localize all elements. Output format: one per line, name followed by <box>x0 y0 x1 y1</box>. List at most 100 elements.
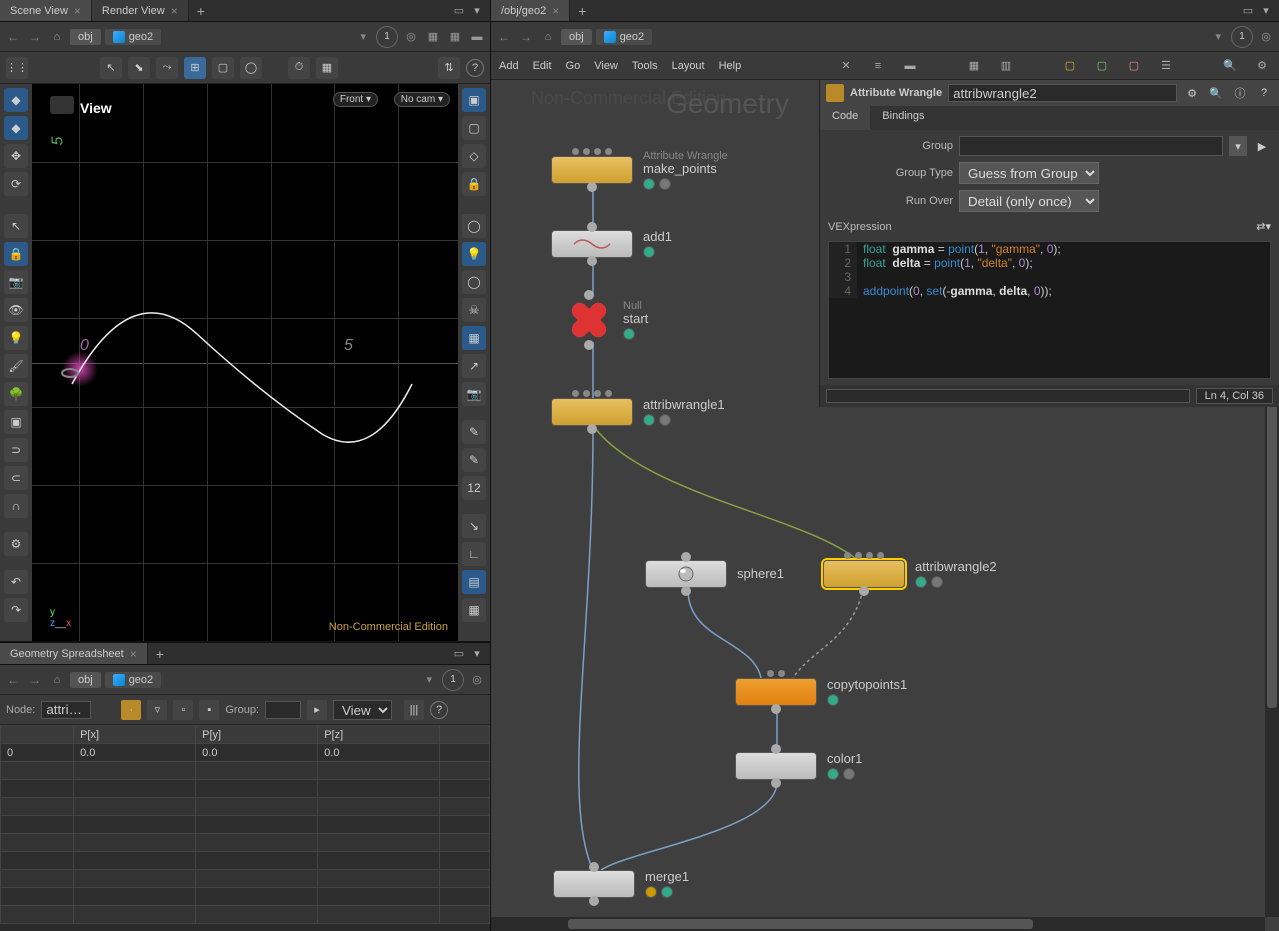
table-header[interactable]: P[x] <box>74 726 196 744</box>
menu-edit[interactable]: Edit <box>533 60 552 72</box>
tool-undo[interactable]: ↶ <box>4 570 28 594</box>
table-row[interactable] <box>1 798 490 816</box>
maximize-icon[interactable]: ▭ <box>452 4 466 18</box>
add-tab-button[interactable]: + <box>189 3 213 19</box>
tool-rotate[interactable]: ⟳ <box>4 172 28 196</box>
tool-move[interactable]: ✥ <box>4 144 28 168</box>
display-flag-icon[interactable] <box>643 178 655 190</box>
menu-help[interactable]: Help <box>719 60 742 72</box>
snap-circle-icon[interactable]: ◯ <box>240 57 262 79</box>
node-attribwrangle2[interactable]: attribwrangle2 <box>823 560 997 588</box>
back-button[interactable]: ← <box>4 671 22 689</box>
select-lasso-icon[interactable]: ⤳ <box>156 57 178 79</box>
tool-brush[interactable]: 🖌 <box>4 354 28 378</box>
note-icon[interactable]: ▢ <box>1061 57 1079 75</box>
op-name-input[interactable] <box>948 84 1177 102</box>
search-icon[interactable]: 🔍 <box>1221 57 1239 75</box>
grid-menu-icon[interactable]: ⋮⋮ <box>6 57 28 79</box>
gear-icon[interactable]: ⚙ <box>1183 84 1201 102</box>
snap-icon[interactable]: ⊞ <box>184 57 206 79</box>
list-icon[interactable]: ≡ <box>869 57 887 75</box>
group-pick-icon[interactable]: ▸ <box>307 700 327 720</box>
menu-add[interactable]: Add <box>499 60 519 72</box>
menu-icon[interactable]: ▾ <box>1259 4 1273 18</box>
forward-button[interactable]: → <box>517 28 535 46</box>
path-dropdown[interactable]: ▾ <box>1209 30 1227 43</box>
flat-icon[interactable]: ▬ <box>468 28 486 46</box>
lock-flag-icon[interactable] <box>931 576 943 588</box>
maximize-icon[interactable]: ▭ <box>1241 4 1255 18</box>
menu-icon[interactable]: ▾ <box>470 4 484 18</box>
sticky-icon[interactable]: ▢ <box>1093 57 1111 75</box>
menu-tools[interactable]: Tools <box>632 60 658 72</box>
display-flag-icon[interactable] <box>643 246 655 258</box>
disp-opt-12[interactable]: ∟ <box>462 542 486 566</box>
add-tab-button[interactable]: + <box>570 3 594 19</box>
disp-opt-5[interactable]: ▦ <box>462 326 486 350</box>
take-badge[interactable]: 1 <box>1231 26 1253 48</box>
tab-code[interactable]: Code <box>820 106 870 130</box>
forward-button[interactable]: → <box>26 28 44 46</box>
table-row[interactable]: 00.00.00.0 <box>1 744 490 762</box>
class-prims-icon[interactable]: ▫ <box>173 700 193 720</box>
tool-gear[interactable]: ⚙ <box>4 532 28 556</box>
node-add1[interactable]: add1 <box>551 230 672 258</box>
tab-scene-view[interactable]: Scene View× <box>0 0 92 21</box>
display-flag-icon[interactable] <box>661 886 673 898</box>
table-row[interactable] <box>1 780 490 798</box>
gear-icon[interactable]: ⚙ <box>1253 57 1271 75</box>
node-input[interactable] <box>41 701 91 719</box>
grouptype-select[interactable]: Guess from Group <box>959 162 1099 184</box>
tool-redo[interactable]: ↷ <box>4 598 28 622</box>
snap2-icon[interactable]: ▢ <box>212 57 234 79</box>
disp-opt-2[interactable]: 💡 <box>462 242 486 266</box>
tool-magnet2[interactable]: ⊂ <box>4 466 28 490</box>
class-detail-icon[interactable]: ▪ <box>199 700 219 720</box>
class-verts-icon[interactable]: ▿ <box>147 700 167 720</box>
shade-mode-3[interactable]: ◇ <box>462 144 486 168</box>
select-arrow-icon[interactable]: ↖ <box>100 57 122 79</box>
snapshot2-icon[interactable]: ▦ <box>446 28 464 46</box>
table-header[interactable] <box>1 726 74 744</box>
disp-opt-7[interactable]: 📷 <box>462 382 486 406</box>
grid2-icon[interactable]: ▥ <box>997 57 1015 75</box>
tool-select[interactable]: ◆ <box>4 88 28 112</box>
tool-cube[interactable]: ▣ <box>4 410 28 434</box>
display-flag-icon[interactable] <box>827 768 839 780</box>
display-flag-icon[interactable] <box>915 576 927 588</box>
display-flag-icon[interactable] <box>643 414 655 426</box>
close-icon[interactable]: × <box>552 4 559 18</box>
take-badge[interactable]: 1 <box>442 669 464 691</box>
info-icon[interactable]: ⓘ <box>1231 84 1249 102</box>
path-obj[interactable]: obj <box>70 29 101 45</box>
search-icon[interactable]: 🔍 <box>1207 84 1225 102</box>
menu-view[interactable]: View <box>594 60 618 72</box>
image-icon[interactable]: ▢ <box>1125 57 1143 75</box>
tab-network[interactable]: /obj/geo2× <box>491 0 570 21</box>
back-button[interactable]: ← <box>495 28 513 46</box>
table-header[interactable] <box>440 726 490 744</box>
group-dropdown[interactable]: ▾ <box>1229 136 1247 156</box>
tool-tree[interactable]: 🌳 <box>4 382 28 406</box>
node-merge1[interactable]: merge1 <box>553 870 689 898</box>
path-obj[interactable]: obj <box>561 29 592 45</box>
maximize-icon[interactable]: ▭ <box>452 647 466 661</box>
table-row[interactable] <box>1 852 490 870</box>
node-attribwrangle1[interactable]: attribwrangle1 <box>551 398 725 426</box>
network-view[interactable]: Non-Commercial Edition Geometry <box>491 80 1279 931</box>
path-dropdown[interactable]: ▾ <box>420 673 438 686</box>
table-row[interactable] <box>1 762 490 780</box>
path-dropdown[interactable]: ▾ <box>354 30 372 43</box>
view-select[interactable]: View <box>333 700 392 720</box>
disp-opt-11[interactable]: ↘ <box>462 514 486 538</box>
path-geo2[interactable]: geo2 <box>105 672 161 688</box>
table-row[interactable] <box>1 816 490 834</box>
home-icon[interactable]: ⌂ <box>48 671 66 689</box>
table-header[interactable]: P[z] <box>318 726 440 744</box>
tab-geometry-spreadsheet[interactable]: Geometry Spreadsheet× <box>0 643 148 664</box>
home-icon[interactable]: ⌂ <box>48 28 66 46</box>
pin-icon[interactable]: ◎ <box>468 671 486 689</box>
node-make-points[interactable]: Attribute Wranglemake_points <box>551 150 728 190</box>
snapshot-icon[interactable]: ▦ <box>424 28 442 46</box>
tab-render-view[interactable]: Render View× <box>92 0 189 21</box>
